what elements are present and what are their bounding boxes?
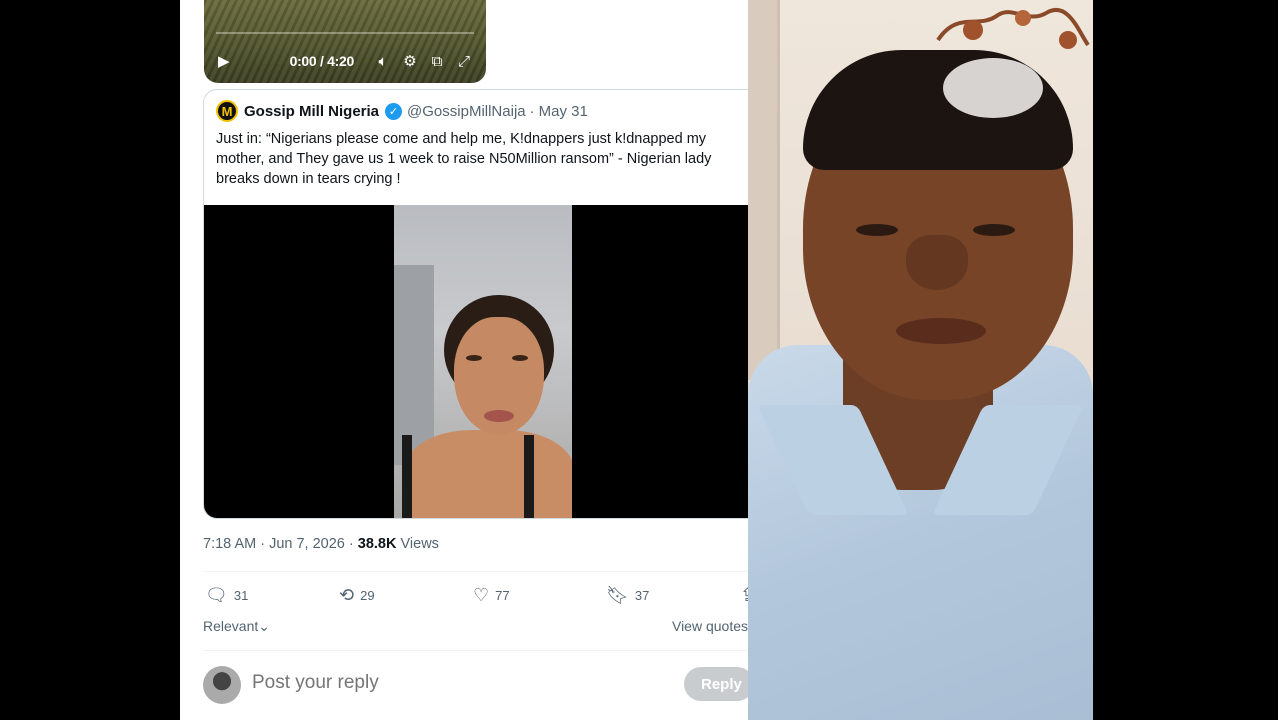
like-icon: ♡: [473, 584, 490, 605]
bookmark-icon: 🔖︎: [606, 584, 629, 605]
bookmark-action[interactable]: 🔖︎ 37: [606, 585, 649, 606]
post-meta: 7:18 AM · Jun 7, 2026 · 38.8K Views: [203, 536, 439, 552]
author-name[interactable]: Gossip Mill Nigeria: [244, 103, 379, 120]
volume-icon[interactable]: 🔈︎: [375, 53, 391, 70]
verified-icon: ✓: [385, 102, 403, 120]
presenter-video: [748, 0, 1093, 720]
avatar[interactable]: [203, 666, 241, 704]
reply-icon: 🗨︎: [205, 584, 228, 605]
pip-icon[interactable]: ⧉: [429, 53, 445, 70]
share-icon: ⇪: [740, 584, 748, 605]
play-icon[interactable]: ▶: [218, 52, 230, 70]
repost-action[interactable]: ⟲ 29: [339, 585, 375, 606]
reply-action[interactable]: 🗨︎ 31: [205, 585, 248, 606]
fullscreen-icon[interactable]: ⤢: [456, 53, 472, 70]
avatar[interactable]: M: [216, 100, 238, 122]
sort-label: Relevant: [203, 618, 259, 634]
video-time: 0:00 / 4:20: [289, 53, 355, 69]
divider: [203, 571, 748, 572]
views-count: 38.8K: [357, 536, 397, 552]
action-bar: 🗨︎ 31 ⟲ 29 ♡ 77 🔖︎ 37 ⇪: [203, 582, 748, 608]
video-controls: ▶ 0:00 / 4:20 🔈︎ ⚙︎ ⧉ ⤢: [204, 39, 486, 83]
repost-icon: ⟲: [339, 584, 355, 605]
like-action[interactable]: ♡ 77: [473, 585, 510, 606]
share-action[interactable]: ⇪: [740, 585, 748, 606]
post-timestamp[interactable]: 7:18 AM · Jun 7, 2026 ·: [203, 536, 358, 552]
views-label: Views: [396, 536, 439, 552]
settings-icon[interactable]: ⚙︎: [402, 52, 418, 70]
divider: [203, 650, 748, 651]
reply-composer: Reply: [203, 662, 748, 708]
quoted-post-text: Just in: “Nigerians please come and help…: [216, 131, 712, 187]
separator-dot: ·: [529, 102, 535, 120]
embedded-video-player[interactable]: ▶ 0:00 / 4:20 🔈︎ ⚙︎ ⧉ ⤢: [204, 0, 486, 83]
quoted-post[interactable]: M Gossip Mill Nigeria ✓ @GossipMillNaija…: [203, 89, 748, 519]
reply-input[interactable]: [252, 672, 552, 694]
repost-count: 29: [360, 587, 375, 603]
reply-button[interactable]: Reply: [684, 667, 748, 701]
video-progress-bar[interactable]: [216, 32, 474, 34]
tweet-panel: ▶ 0:00 / 4:20 🔈︎ ⚙︎ ⧉ ⤢ M Gossip Mill Ni…: [180, 0, 748, 720]
bookmark-count: 37: [634, 587, 650, 603]
chevron-down-icon: ⌄: [258, 618, 270, 634]
video-frame: [394, 205, 572, 518]
author-handle[interactable]: @GossipMillNaija: [407, 103, 526, 120]
post-date[interactable]: May 31: [539, 103, 588, 120]
reply-count: 31: [233, 587, 249, 603]
quoted-post-header: M Gossip Mill Nigeria ✓ @GossipMillNaija…: [216, 100, 588, 122]
like-count: 77: [495, 587, 510, 603]
sort-replies-dropdown[interactable]: Relevant⌄: [203, 618, 270, 635]
quoted-video[interactable]: [204, 205, 748, 518]
view-quotes-link[interactable]: View quotes: [672, 618, 748, 634]
